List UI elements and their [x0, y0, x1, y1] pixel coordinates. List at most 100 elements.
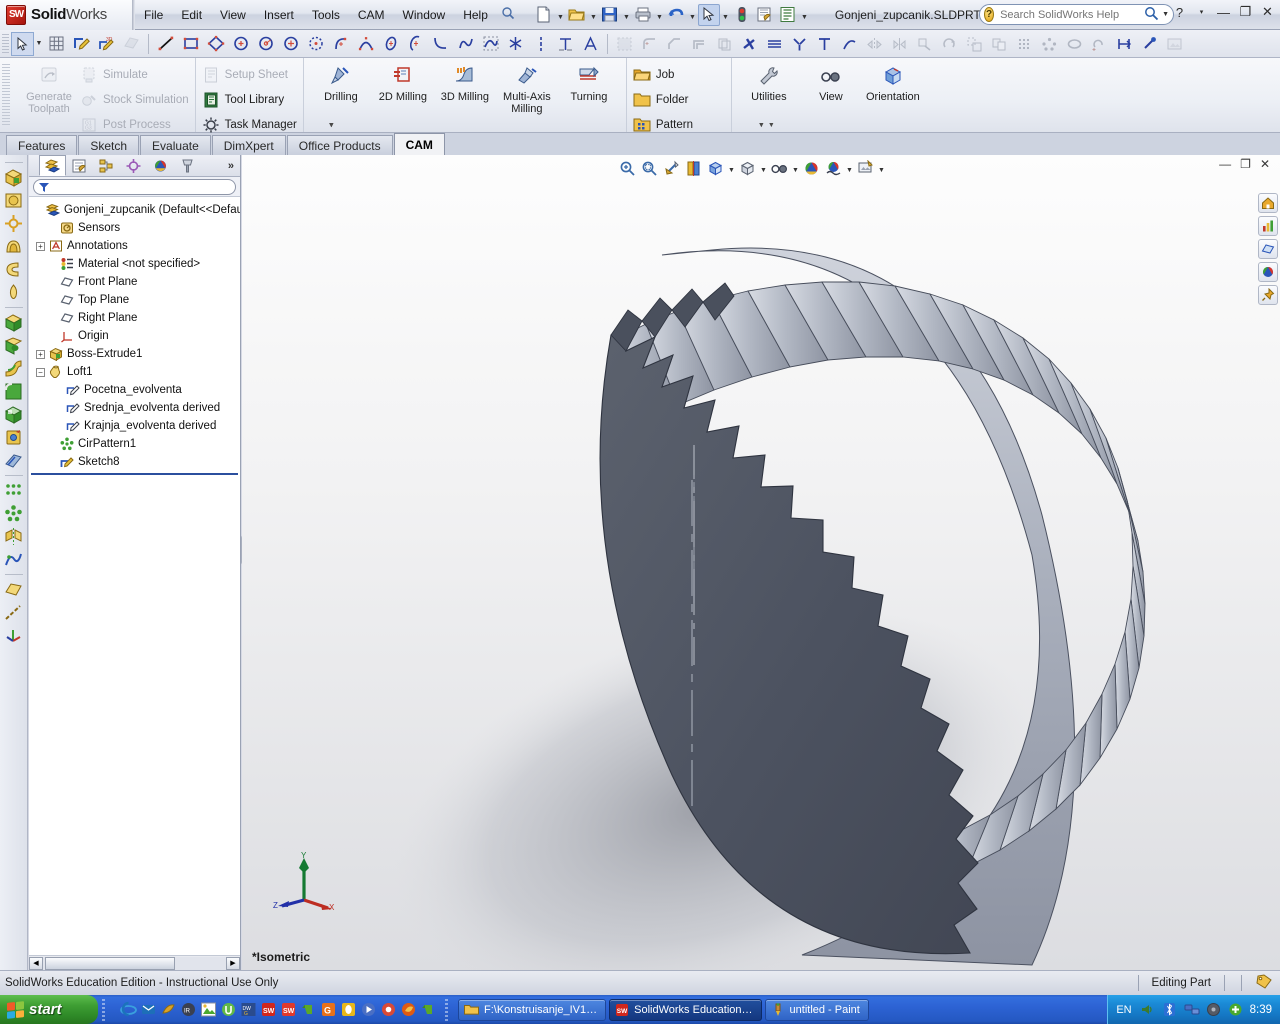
menu-item-cam[interactable]: CAM: [349, 4, 394, 26]
point-star-icon[interactable]: [503, 32, 528, 56]
rebuild-button[interactable]: [731, 4, 753, 26]
save-dropdown[interactable]: ▼: [622, 4, 631, 26]
extend-entities-icon[interactable]: [762, 32, 787, 56]
boss-extrude1-expander[interactable]: +: [36, 349, 45, 359]
menu-item-file[interactable]: File: [135, 4, 172, 26]
parabola-tool[interactable]: [428, 32, 453, 56]
undo-dropdown[interactable]: ▼: [688, 4, 697, 26]
sketch-image-icon[interactable]: [1162, 32, 1187, 56]
coordinate-system-icon[interactable]: [3, 624, 25, 646]
line-tool[interactable]: [153, 32, 178, 56]
draft-icon[interactable]: [3, 426, 25, 448]
ellipse-tool[interactable]: [378, 32, 403, 56]
setup-sheet-button[interactable]: Setup Sheet: [202, 63, 297, 86]
google-icon[interactable]: G: [319, 1001, 337, 1019]
tree-item-front-plane[interactable]: Front Plane: [29, 273, 240, 291]
view-dropdown-caret[interactable]: ▼: [758, 122, 765, 129]
shaded-sketch-icon[interactable]: [612, 32, 637, 56]
folder-button[interactable]: Folder: [633, 88, 725, 111]
menu-item-help[interactable]: Help: [454, 4, 497, 26]
hscroll-left-button[interactable]: ◀: [29, 956, 43, 970]
move-entities-icon[interactable]: [912, 32, 937, 56]
media-player-icon[interactable]: [359, 1001, 377, 1019]
task-solidworks-window[interactable]: SW SolidWorks Education…: [609, 998, 762, 1021]
equation-curve-tool[interactable]: [478, 32, 503, 56]
feature-manager-tab[interactable]: [39, 155, 66, 176]
sketch-chamfer-icon[interactable]: [662, 32, 687, 56]
tree-item-right-plane[interactable]: Right Plane: [29, 309, 240, 327]
split-entities-icon[interactable]: [787, 32, 812, 56]
taskbar-clock[interactable]: 8:39: [1250, 1004, 1272, 1016]
grid-tool[interactable]: [44, 32, 69, 56]
boundary-boss-icon[interactable]: [3, 281, 25, 303]
menu-item-tools[interactable]: Tools: [303, 4, 349, 26]
annotations-expander[interactable]: +: [36, 241, 45, 251]
jog-line-icon[interactable]: [812, 32, 837, 56]
spline-curve-tool[interactable]: [453, 32, 478, 56]
job-button[interactable]: Job: [633, 63, 725, 86]
turning-dropdown-caret[interactable]: ▼: [328, 122, 335, 129]
sketch-fillet-icon[interactable]: [637, 32, 662, 56]
configuration-manager-tab[interactable]: [93, 155, 120, 176]
offset-entities-icon[interactable]: [687, 32, 712, 56]
print-dropdown[interactable]: ▼: [655, 4, 664, 26]
loft1-expander[interactable]: −: [36, 367, 45, 377]
display-manager-tab[interactable]: [147, 155, 174, 176]
new-document-button[interactable]: [533, 4, 555, 26]
text-sketch-tool[interactable]: [553, 32, 578, 56]
options-button[interactable]: [777, 4, 799, 26]
dimxpert-manager-tab[interactable]: [120, 155, 147, 176]
parallelogram-tool[interactable]: [203, 32, 228, 56]
tray-security-icon[interactable]: [1206, 1002, 1222, 1018]
rectangle-tool[interactable]: [178, 32, 203, 56]
orientation-dropdown-caret[interactable]: ▼: [768, 122, 775, 129]
tree-item-srednja-evolventa[interactable]: Srednja_evolventa derived: [29, 399, 240, 417]
print-button[interactable]: [632, 4, 654, 26]
3d-sketch-tool[interactable]: 3D: [94, 32, 119, 56]
language-indicator[interactable]: EN: [1116, 1004, 1131, 1016]
tag-icon[interactable]: [1255, 974, 1272, 992]
file-properties-button[interactable]: [754, 4, 776, 26]
tree-item-pocetna-evolventa[interactable]: Pocetna_evolventa: [29, 381, 240, 399]
tree-item-krajnja-evolventa[interactable]: Krajnja_evolventa derived: [29, 417, 240, 435]
swept-cut-icon[interactable]: [3, 357, 25, 379]
centerpoint-arc-tool[interactable]: [278, 32, 303, 56]
swept-boss-icon[interactable]: [3, 235, 25, 257]
ribbon-grip[interactable]: [2, 64, 10, 126]
linear-pattern-icon[interactable]: [3, 479, 25, 501]
helical-gear-model[interactable]: [242, 155, 1280, 970]
task-paint-window[interactable]: untitled - Paint: [764, 998, 869, 1021]
circular-sketch-pattern-icon[interactable]: [1037, 32, 1062, 56]
reference-plane-icon[interactable]: [3, 578, 25, 600]
lofted-boss-icon[interactable]: [3, 258, 25, 280]
internet-explorer-icon[interactable]: [119, 1001, 137, 1019]
rotate-entities-icon[interactable]: [937, 32, 962, 56]
mirror-entities-icon[interactable]: [862, 32, 887, 56]
tree-item-sensors[interactable]: Sensors: [29, 219, 240, 237]
revolved-cut-icon[interactable]: [3, 334, 25, 356]
trim-entities-icon[interactable]: [737, 32, 762, 56]
multi-axis-milling-button[interactable]: Multi-Axis Milling ▼: [328, 62, 558, 129]
construction-geometry-icon[interactable]: [837, 32, 862, 56]
tab-cam[interactable]: CAM: [393, 133, 445, 155]
menu-item-insert[interactable]: Insert: [255, 4, 303, 26]
options-dropdown[interactable]: ▼: [800, 4, 809, 26]
save-button[interactable]: [599, 4, 621, 26]
tab-features[interactable]: Features: [6, 135, 78, 155]
utilities-button[interactable]: Utilities ▼: [738, 62, 800, 129]
copy-entities-icon[interactable]: [987, 32, 1012, 56]
tangent-arc-tool[interactable]: [328, 32, 353, 56]
help-button[interactable]: ?: [1171, 5, 1188, 20]
tab-dimxpert[interactable]: DimXpert: [211, 135, 286, 155]
tray-update-icon[interactable]: [1228, 1002, 1244, 1018]
search-dropdown-caret[interactable]: ▼: [1162, 11, 1169, 18]
linear-sketch-pattern-icon[interactable]: [1012, 32, 1037, 56]
spline-tool[interactable]: [303, 32, 328, 56]
tree-item-boss-extrude1[interactable]: + Boss-Extrude1: [29, 345, 240, 363]
view-button[interactable]: View ▼: [758, 62, 862, 129]
chrome-icon[interactable]: [379, 1001, 397, 1019]
lt-grip[interactable]: [4, 162, 23, 163]
select-tool[interactable]: [11, 31, 34, 56]
hscroll-thumb[interactable]: [45, 956, 175, 970]
tree-item-sketch8[interactable]: Sketch8: [29, 453, 240, 471]
